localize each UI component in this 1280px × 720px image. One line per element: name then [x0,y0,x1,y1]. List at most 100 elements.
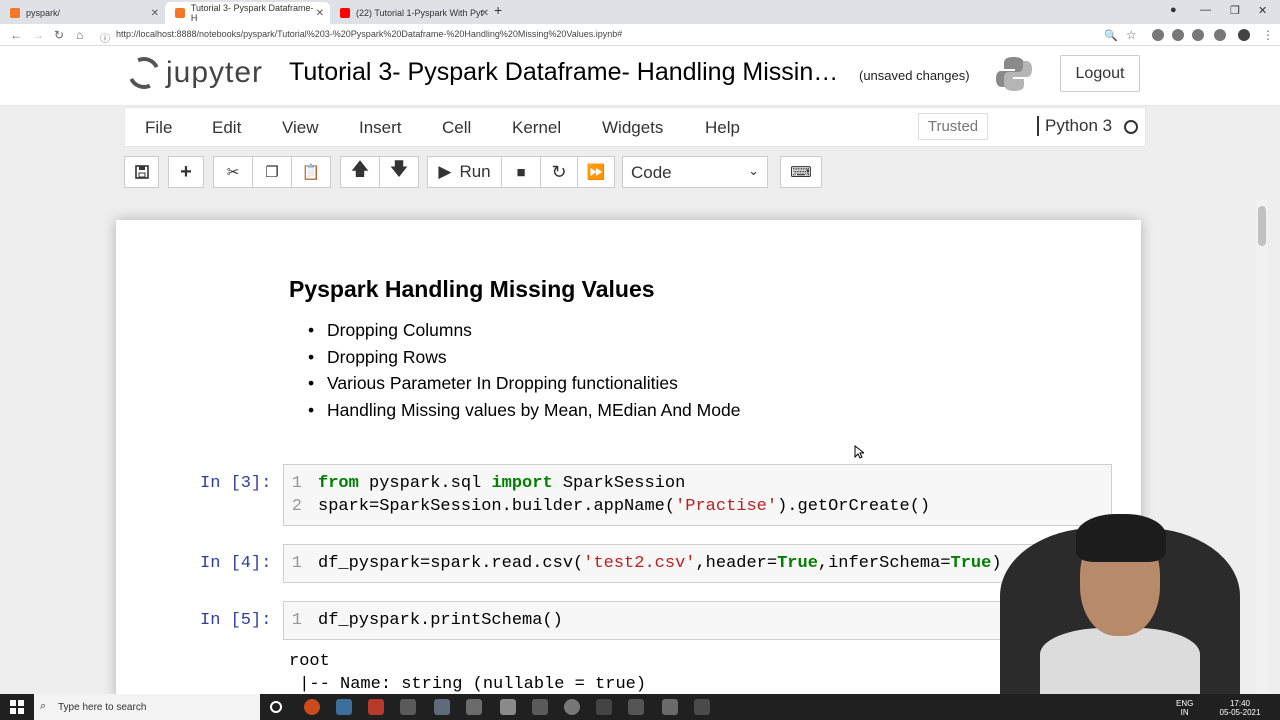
back-arrow-icon[interactable]: ← [10,28,22,42]
line-number: 1 [291,554,302,573]
close-icon[interactable]: ✕ [151,8,159,19]
trusted-indicator[interactable]: Trusted [918,113,988,140]
markdown-bullet-list: Dropping Columns Dropping Rows Various P… [308,320,740,427]
code-keyword: from [318,474,359,493]
keyboard-icon: ⌨ [790,164,812,181]
forward-arrow-icon[interactable]: → [32,28,44,42]
menu-file[interactable]: File [145,118,172,138]
jupyter-favicon-icon [10,8,20,18]
page-scrollbar[interactable] [1256,200,1268,694]
code-cell[interactable]: 1 from pyspark.sql import SparkSession 2s… [283,464,1112,526]
app-icon[interactable] [500,699,516,715]
app-icon[interactable] [400,699,416,715]
close-icon[interactable]: ✕ [481,8,489,19]
restart-button[interactable]: ↻ [540,156,578,188]
browser-tab-active[interactable]: Tutorial 3- Pyspark Dataframe- H ✕ [165,2,330,24]
taskbar-search-input[interactable]: ⌕ Type here to search [34,694,260,720]
list-item: Dropping Rows [308,347,740,374]
chevron-down-icon: ⌄ [748,163,759,178]
save-status: (unsaved changes) [859,68,970,83]
code-cell[interactable]: 1 df_pyspark=spark.read.csv('test2.csv',h… [283,544,1112,583]
windows-start-icon[interactable] [10,700,24,714]
kernel-status-icon [1124,120,1138,134]
app-icon[interactable] [694,699,710,715]
minimize-icon[interactable]: — [1200,4,1211,16]
app-icon[interactable] [304,699,320,715]
logout-button[interactable]: Logout [1060,55,1140,92]
close-icon[interactable]: ✕ [316,8,324,19]
insert-cell-button[interactable]: + [168,156,204,188]
region-code: IN [1180,708,1189,717]
app-icon[interactable] [368,699,384,715]
paste-button[interactable]: 📋 [291,156,331,188]
browser-tab[interactable]: (22) Tutorial 1-Pyspark With Pyt ✕ [330,2,495,24]
extension-icon[interactable] [1172,29,1184,41]
jupyter-logo[interactable]: jupyter [123,52,263,94]
copy-button[interactable]: ❐ [252,156,292,188]
cell-type-select[interactable]: Code ⌄ [622,156,768,188]
webcam-shirt [1040,628,1200,694]
arrow-down-icon: 🡇 [389,159,409,179]
menu-cell[interactable]: Cell [442,118,471,138]
menu-kernel[interactable]: Kernel [512,118,561,138]
new-tab-button[interactable]: + [494,2,502,18]
reload-icon[interactable]: ↻ [54,28,64,42]
menubar: File Edit View Insert Cell Kernel Widget… [124,107,1146,147]
code-cell[interactable]: 1 df_pyspark.printSchema() [283,601,1112,640]
app-icon[interactable] [532,699,548,715]
app-icon[interactable] [434,699,450,715]
zoom-icon[interactable]: 🔍 [1104,29,1118,42]
app-icon[interactable] [336,699,352,715]
app-icon[interactable] [466,699,482,715]
app-icon[interactable] [662,699,678,715]
command-palette-button[interactable]: ⌨ [780,156,822,188]
search-placeholder: Type here to search [58,701,147,713]
language-indicator[interactable]: ENG IN [1176,699,1193,717]
menu-dots-icon[interactable]: ⋮ [1262,28,1274,42]
info-icon[interactable]: ⓘ [100,30,110,45]
list-item: Various Parameter In Dropping functional… [308,373,740,400]
menu-view[interactable]: View [282,118,319,138]
maximize-icon[interactable]: ❐ [1230,4,1240,17]
tab-label: Tutorial 3- Pyspark Dataframe- H [190,3,314,23]
move-down-button[interactable]: 🡇 [379,156,419,188]
move-up-button[interactable]: 🡅 [340,156,380,188]
restart-icon: ↻ [551,161,567,182]
profile-dot-icon[interactable]: ● [1170,4,1177,16]
line-number: 2 [291,497,302,516]
tab-label: pyspark/ [26,8,61,18]
cell-output-line: |-- Name: string (nullable = true) [289,675,647,694]
menu-widgets[interactable]: Widgets [602,118,663,138]
scissors-icon: ✂ [226,164,240,181]
clock[interactable]: 17:40 05-05-2021 [1218,699,1262,717]
close-window-icon[interactable]: ✕ [1258,4,1267,17]
avatar[interactable] [1238,29,1250,41]
app-icon[interactable] [596,699,612,715]
menu-insert[interactable]: Insert [359,118,402,138]
browser-tab[interactable]: pyspark/ ✕ [0,2,165,24]
cell-prompt: In [3]: [200,474,272,493]
webcam-hair [1076,514,1166,562]
markdown-heading: Pyspark Handling Missing Values [289,276,655,302]
save-button[interactable] [124,156,159,188]
cortana-icon[interactable] [270,701,282,713]
address-bar: ← → ↻ ⌂ ⓘ http://localhost:8888/notebook… [0,24,1280,46]
scrollbar-thumb[interactable] [1258,206,1266,246]
cut-button[interactable]: ✂ [213,156,253,188]
app-icon[interactable] [628,699,644,715]
extension-icon[interactable] [1152,29,1164,41]
extension-icon[interactable] [1214,29,1226,41]
bookmark-star-icon[interactable]: ☆ [1126,28,1137,42]
copy-icon: ❐ [265,164,279,181]
extension-icon[interactable] [1192,29,1204,41]
code-line: 1 from pyspark.sql import SparkSession [284,474,685,497]
menu-help[interactable]: Help [705,118,740,138]
url-field[interactable]: http://localhost:8888/notebooks/pyspark/… [116,29,622,39]
interrupt-button[interactable]: ■ [501,156,541,188]
run-button[interactable]: ▶ Run [427,156,502,188]
home-icon[interactable]: ⌂ [76,28,83,42]
restart-run-all-button[interactable]: ⏩ [577,156,615,188]
app-icon[interactable] [564,699,580,715]
notebook-title[interactable]: Tutorial 3- Pyspark Dataframe- Handling … [289,58,838,87]
menu-edit[interactable]: Edit [212,118,241,138]
